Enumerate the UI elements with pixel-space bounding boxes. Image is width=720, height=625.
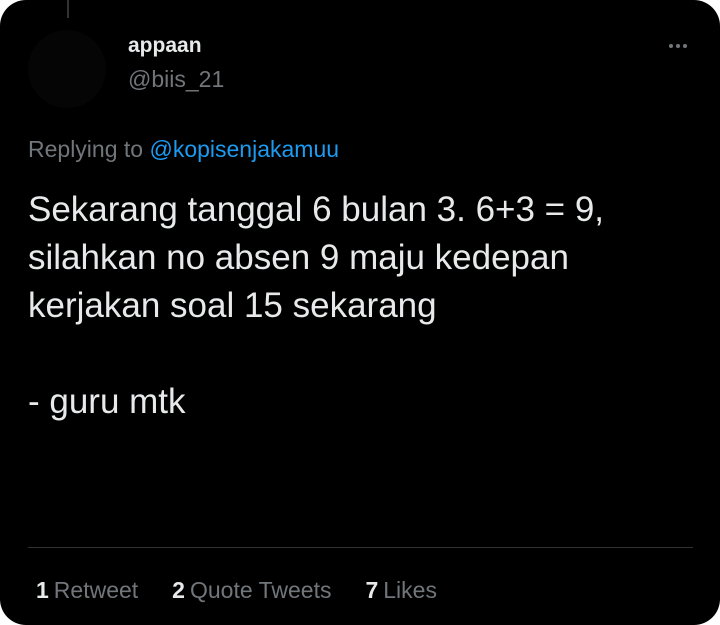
tweet-text-line: - guru mtk [28,382,186,421]
retweets-count: 1 [36,577,49,603]
tweet-stats: 1 Retweet 2 Quote Tweets 7 Likes [36,577,471,604]
replying-to-line: Replying to @kopisenjakamuu [28,136,339,163]
more-horizontal-icon [669,44,673,48]
more-horizontal-icon-dot [676,44,680,48]
tweet-text: Sekarang tanggal 6 bulan 3. 6+3 = 9, sil… [28,186,688,426]
avatar[interactable] [28,30,106,108]
stats-divider [28,547,693,548]
tweet-text-blank-line [28,330,688,378]
author-handle[interactable]: @biis_21 [128,66,224,93]
more-options-button[interactable] [664,38,692,54]
quote-tweets-count: 2 [172,577,185,603]
replying-to-prefix: Replying to [28,136,144,162]
likes-count: 7 [365,577,379,603]
quote-tweets-stat-link[interactable]: 2 Quote Tweets [172,577,331,604]
likes-label: Likes [383,577,437,603]
tweet-text-line: silahkan no absen 9 maju kedepan [28,238,569,277]
tweet-card: appaan @biis_21 Replying to @kopisenjaka… [0,0,720,625]
tweet-text-line: kerjakan soal 15 sekarang [28,286,437,325]
likes-stat-link[interactable]: 7 Likes [365,577,437,604]
more-horizontal-icon-dot [683,44,687,48]
thread-connector-line [67,0,69,18]
retweets-label: Retweet [53,577,139,603]
author-display-name[interactable]: appaan [128,34,202,58]
retweets-stat-link[interactable]: 1 Retweet [36,577,138,604]
replying-to-mention-link[interactable]: @kopisenjakamuu [149,136,339,162]
quote-tweets-label: Quote Tweets [189,577,332,603]
tweet-text-line: Sekarang tanggal 6 bulan 3. 6+3 = 9, [28,190,605,229]
